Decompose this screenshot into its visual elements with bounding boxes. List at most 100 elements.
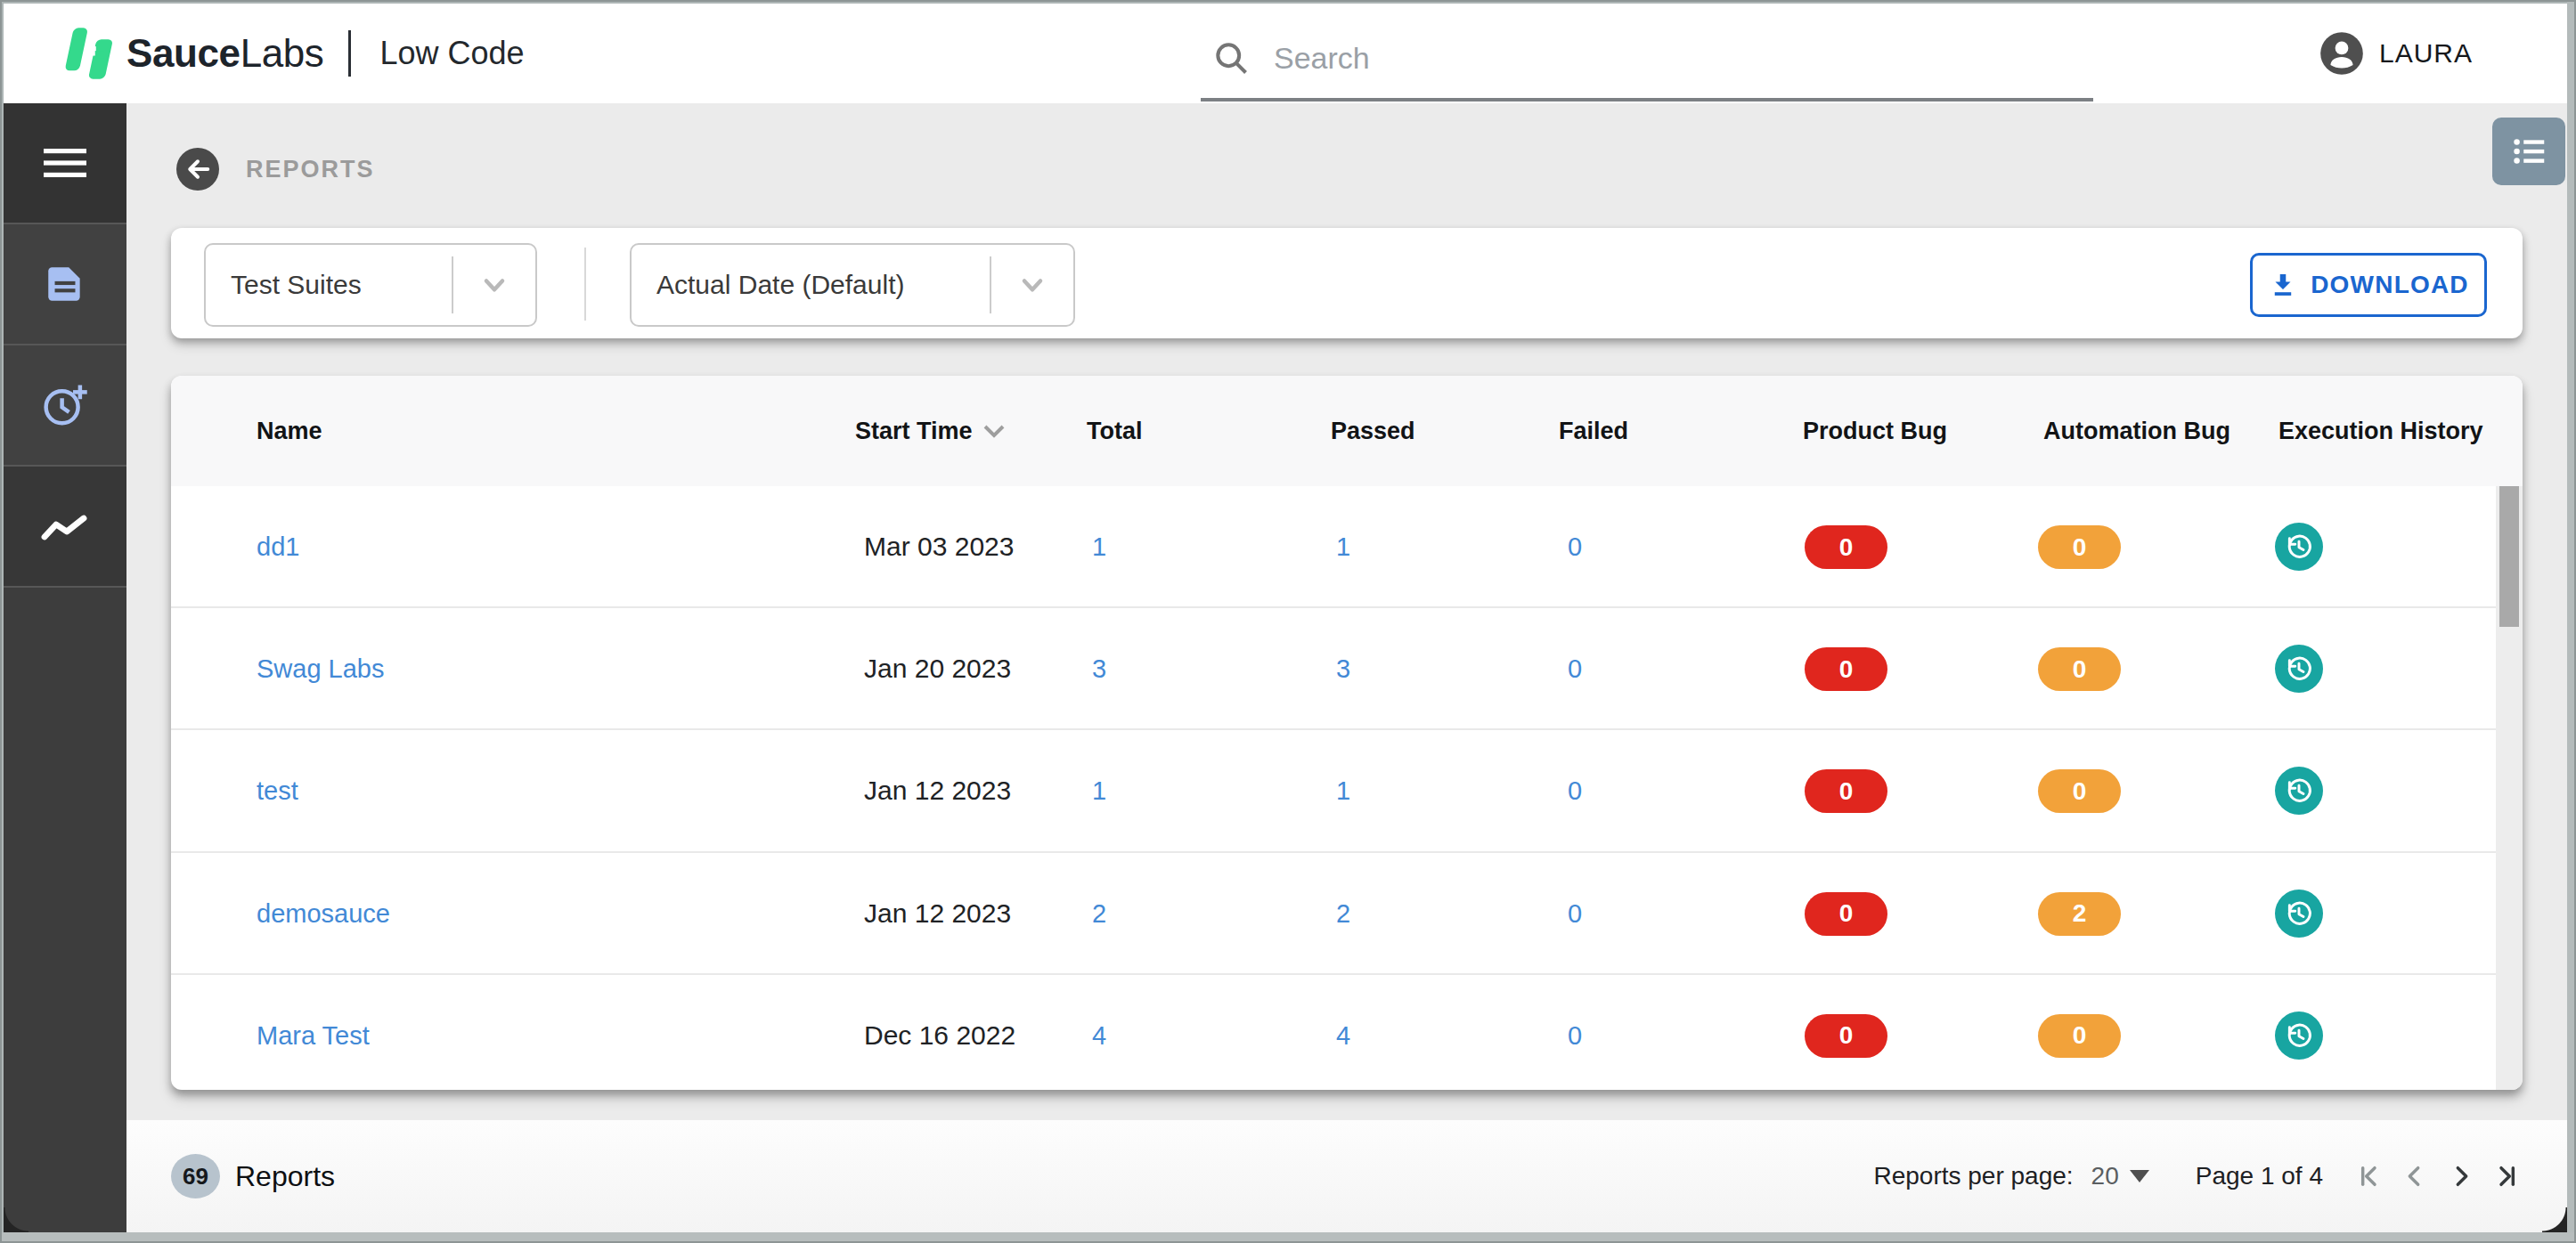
total-link[interactable]: 1	[1092, 730, 1106, 851]
back-arrow-icon	[184, 156, 211, 183]
window-border-top	[0, 0, 2576, 4]
table-row[interactable]: dd1 Mar 03 2023 1 1 0 0 0	[171, 486, 2523, 608]
passed-link[interactable]: 3	[1336, 608, 1350, 729]
history-icon	[2284, 654, 2314, 684]
product-bug-badge[interactable]: 0	[1805, 647, 1887, 691]
history-icon	[2284, 1020, 2314, 1051]
top-header: SauceLabs Low Code Search LAURA	[4, 4, 2567, 103]
product-bug-badge[interactable]: 0	[1805, 1014, 1887, 1058]
report-name-link[interactable]: dd1	[257, 486, 299, 607]
automation-bug-badge[interactable]: 0	[2038, 647, 2121, 691]
total-link[interactable]: 4	[1092, 975, 1106, 1090]
suite-filter-dropdown[interactable]: Test Suites	[204, 243, 537, 327]
date-filter-value: Actual Date (Default)	[656, 270, 990, 300]
download-icon	[2268, 270, 2298, 300]
previous-page-icon[interactable]	[2401, 1162, 2430, 1190]
automation-bug-badge[interactable]: 0	[2038, 1014, 2121, 1058]
report-name-link[interactable]: test	[257, 730, 298, 851]
sort-descending-icon[interactable]	[982, 420, 1007, 442]
suite-filter-value: Test Suites	[231, 270, 452, 300]
failed-link[interactable]: 0	[1568, 486, 1582, 607]
list-view-button[interactable]	[2492, 118, 2565, 185]
window-border-right	[2567, 0, 2576, 1243]
reports-table: Name Start Time Total Passed Failed Prod…	[171, 376, 2523, 1090]
per-page-value[interactable]: 20	[2091, 1162, 2119, 1190]
back-button[interactable]	[176, 148, 219, 191]
passed-link[interactable]: 4	[1336, 975, 1350, 1090]
sidebar-item-insights[interactable]	[4, 467, 126, 588]
window-border-left	[0, 0, 4, 1243]
automation-bug-badge[interactable]: 0	[2038, 525, 2121, 569]
automation-bug-badge[interactable]: 2	[2038, 892, 2121, 936]
trend-line-icon	[39, 508, 91, 544]
start-time-cell: Mar 03 2023	[864, 486, 1014, 607]
saucelabs-logo-icon	[64, 25, 112, 82]
column-execution-history[interactable]: Execution History	[2278, 376, 2483, 486]
column-automation-bug[interactable]: Automation Bug	[2043, 376, 2230, 486]
table-scrollbar-thumb[interactable]	[2499, 486, 2519, 627]
column-failed[interactable]: Failed	[1559, 376, 1628, 486]
table-header: Name Start Time Total Passed Failed Prod…	[171, 376, 2523, 486]
report-name-link[interactable]: demosauce	[257, 853, 390, 974]
window-corner-right	[2542, 1207, 2567, 1232]
product-bug-badge[interactable]: 0	[1805, 769, 1887, 813]
execution-history-button[interactable]	[2275, 523, 2323, 571]
report-count-label: Reports	[235, 1120, 335, 1232]
table-body: dd1 Mar 03 2023 1 1 0 0 0 Swag Labs Jan …	[171, 486, 2523, 1090]
passed-link[interactable]: 1	[1336, 730, 1350, 851]
failed-link[interactable]: 0	[1568, 730, 1582, 851]
column-total[interactable]: Total	[1087, 376, 1143, 486]
passed-link[interactable]: 1	[1336, 486, 1350, 607]
table-row[interactable]: Swag Labs Jan 20 2023 3 3 0 0 0	[171, 608, 2523, 730]
list-view-icon	[2508, 131, 2549, 172]
search-placeholder: Search	[1274, 41, 1370, 76]
product-bug-badge[interactable]: 0	[1805, 525, 1887, 569]
page-info: Page 1 of 4	[2196, 1162, 2323, 1190]
sidebar-item-schedule[interactable]	[4, 345, 126, 467]
column-product-bug[interactable]: Product Bug	[1803, 376, 1947, 486]
column-passed[interactable]: Passed	[1331, 376, 1415, 486]
product-bug-badge[interactable]: 0	[1805, 892, 1887, 936]
column-start-time[interactable]: Start Time	[855, 376, 973, 486]
page-title: REPORTS	[246, 155, 375, 183]
report-name-link[interactable]: Mara Test	[257, 975, 370, 1090]
failed-link[interactable]: 0	[1568, 608, 1582, 729]
total-link[interactable]: 1	[1092, 486, 1106, 607]
execution-history-button[interactable]	[2275, 890, 2323, 938]
sidebar-item-reports[interactable]	[4, 224, 126, 345]
last-page-icon[interactable]	[2490, 1162, 2519, 1190]
failed-link[interactable]: 0	[1568, 975, 1582, 1090]
filter-bar: Test Suites Actual Date (Default) DOWNLO…	[171, 228, 2523, 338]
passed-link[interactable]: 2	[1336, 853, 1350, 974]
footer-bar: 69 Reports Reports per page: 20 Page 1 o…	[126, 1120, 2567, 1232]
total-link[interactable]: 2	[1092, 853, 1106, 974]
table-row[interactable]: test Jan 12 2023 1 1 0 0 0	[171, 730, 2523, 852]
per-page-dropdown-icon[interactable]	[2130, 1170, 2149, 1182]
start-time-cell: Dec 16 2022	[864, 975, 1015, 1090]
sidebar-menu-button[interactable]	[4, 103, 126, 224]
download-button[interactable]: DOWNLOAD	[2250, 253, 2487, 317]
first-page-icon[interactable]	[2357, 1162, 2385, 1190]
app-window: SauceLabs Low Code Search LAURA	[0, 0, 2576, 1243]
table-row[interactable]: Mara Test Dec 16 2022 4 4 0 0 0	[171, 975, 2523, 1090]
search-input[interactable]: Search	[1201, 18, 2093, 102]
brand: SauceLabs Low Code	[64, 4, 525, 103]
chevron-down-icon	[1016, 269, 1048, 301]
execution-history-button[interactable]	[2275, 1011, 2323, 1060]
table-row[interactable]: demosauce Jan 12 2023 2 2 0 0 2	[171, 853, 2523, 975]
column-name[interactable]: Name	[257, 376, 322, 486]
total-link[interactable]: 3	[1092, 608, 1106, 729]
automation-bug-badge[interactable]: 0	[2038, 769, 2121, 813]
pagination: Reports per page: 20 Page 1 of 4	[1873, 1120, 2519, 1232]
date-filter-dropdown[interactable]: Actual Date (Default)	[630, 243, 1075, 327]
report-name-link[interactable]: Swag Labs	[257, 608, 385, 729]
failed-link[interactable]: 0	[1568, 853, 1582, 974]
execution-history-button[interactable]	[2275, 645, 2323, 693]
next-page-icon[interactable]	[2446, 1162, 2474, 1190]
execution-history-button[interactable]	[2275, 767, 2323, 815]
user-name: LAURA	[2379, 38, 2473, 69]
hamburger-icon	[42, 145, 88, 181]
filter-divider	[584, 248, 586, 321]
user-menu[interactable]: LAURA	[2319, 4, 2473, 103]
download-label: DOWNLOAD	[2311, 271, 2469, 299]
